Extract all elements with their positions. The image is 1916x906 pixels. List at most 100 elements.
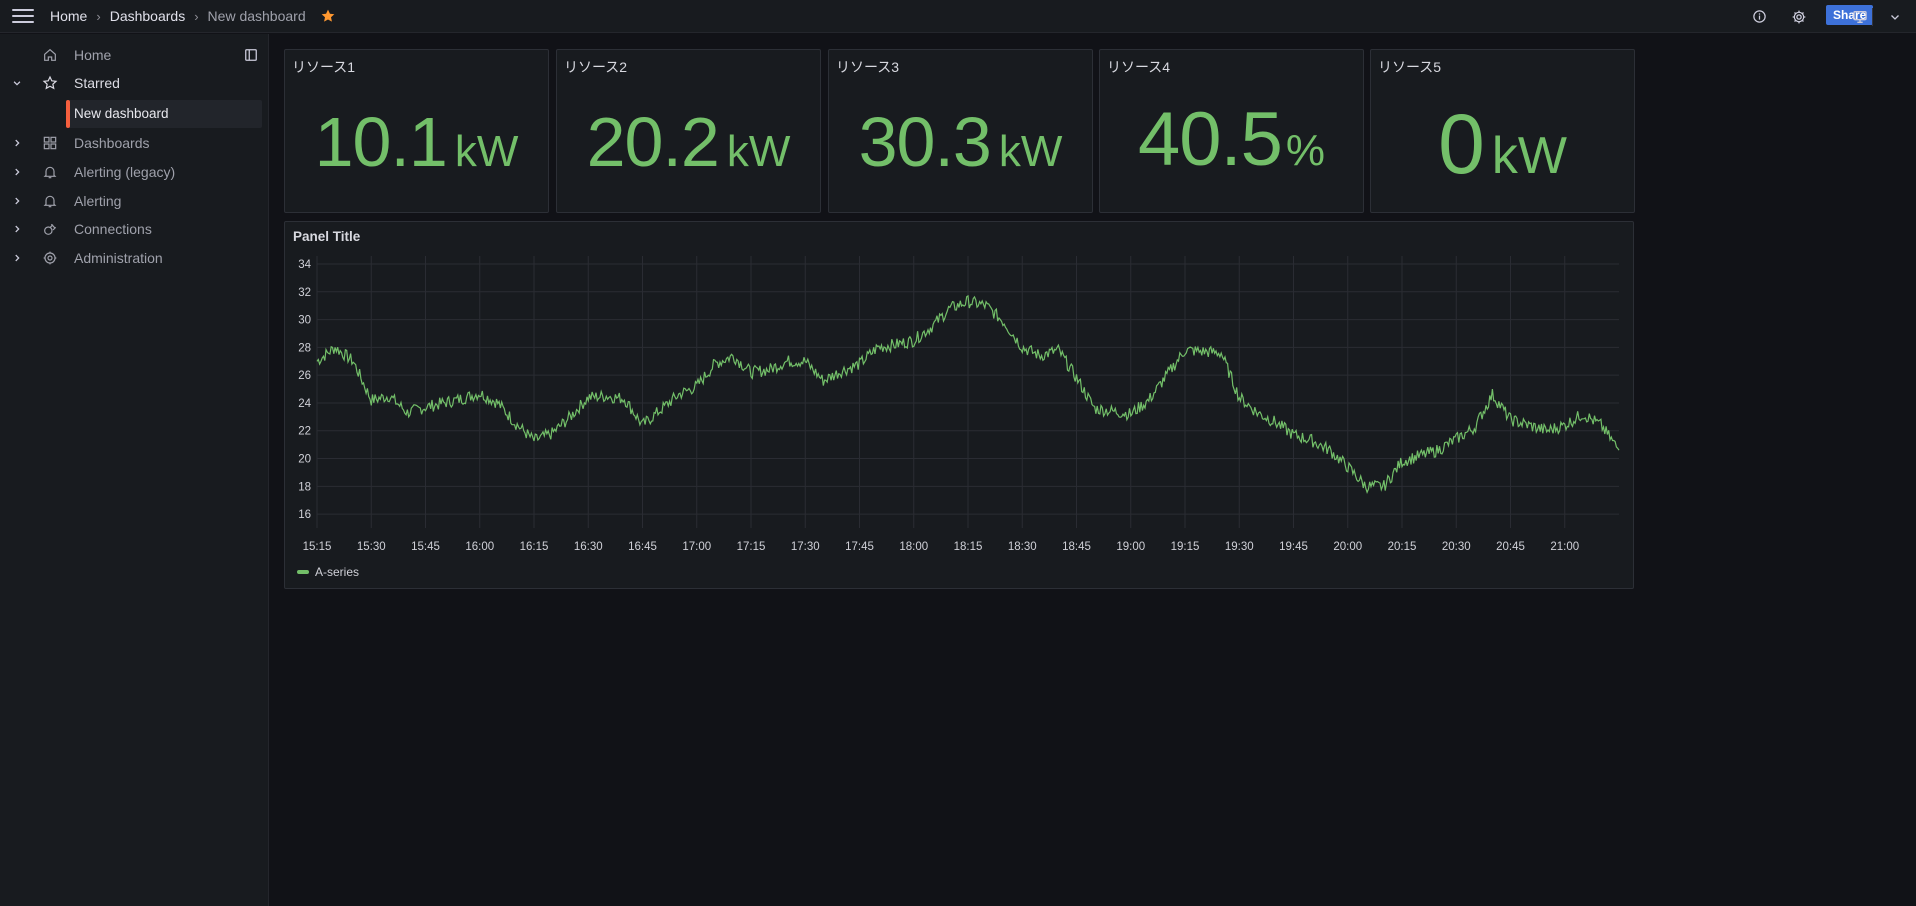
x-tick-label: 18:30 [1008, 541, 1037, 553]
gear-icon[interactable] [1790, 8, 1808, 26]
y-tick-label: 18 [298, 481, 311, 493]
stat-unit: kW [726, 127, 791, 176]
sidebar-item-dashboards[interactable]: Dashboards [0, 129, 262, 156]
sidebar-item-label: New dashboard [74, 106, 169, 121]
star-icon[interactable] [320, 8, 336, 24]
plug-icon [44, 223, 57, 235]
sidebar-item-label: Dashboards [74, 134, 150, 151]
sidebar: Home Starred New dashboard Dashboards Al… [0, 34, 269, 906]
sidebar-item-starred[interactable]: Starred [0, 69, 262, 96]
x-tick-label: 18:15 [954, 541, 983, 553]
sidebar-item-connections[interactable]: Connections [0, 215, 262, 242]
x-tick-label: 21:00 [1550, 541, 1579, 553]
panel-title: リソース5 [1378, 59, 1442, 75]
breadcrumb-current: New dashboard [207, 8, 306, 24]
stat-panel-1[interactable]: リソース1 10.1 kW [284, 49, 549, 213]
stat-number: 20.2 [586, 103, 720, 181]
x-tick-label: 18:45 [1062, 541, 1091, 553]
chevron-right-icon[interactable] [12, 138, 22, 148]
y-tick-label: 20 [298, 454, 311, 466]
x-tick-label: 17:00 [682, 541, 711, 553]
panel-title: リソース4 [1107, 59, 1171, 75]
y-tick-label: 34 [298, 259, 311, 271]
y-tick-label: 28 [298, 342, 311, 354]
x-tick-label: 16:45 [628, 541, 657, 553]
sidebar-item-label: Alerting [74, 192, 122, 209]
sidebar-item-label: Administration [74, 249, 163, 266]
x-tick-label: 18:00 [899, 541, 928, 553]
x-tick-label: 15:15 [303, 541, 332, 553]
kiosk-icon[interactable] [1851, 8, 1869, 26]
chevron-right-icon[interactable] [12, 253, 22, 263]
sidebar-item-label: Connections [74, 220, 152, 237]
sidebar-item-alerting-legacy[interactable]: Alerting (legacy) [0, 158, 262, 185]
chevron-down-icon[interactable] [1886, 8, 1904, 26]
stat-panel-3[interactable]: リソース3 30.3 kW [828, 49, 1093, 213]
sidebar-item-new-dashboard[interactable]: New dashboard [66, 100, 262, 128]
stat-value: 30.3 kW [829, 102, 1092, 182]
bell-icon [43, 166, 57, 178]
stat-number: 30.3 [858, 103, 992, 181]
x-tick-label: 20:30 [1442, 541, 1471, 553]
y-tick-label: 24 [298, 398, 311, 410]
x-tick-label: 19:15 [1171, 541, 1200, 553]
x-tick-label: 20:15 [1388, 541, 1417, 553]
sidebar-item-label: Starred [74, 74, 120, 91]
chevron-right-icon[interactable] [12, 167, 22, 177]
y-tick-label: 16 [298, 509, 311, 521]
breadcrumb-home[interactable]: Home [50, 8, 87, 24]
stat-panel-4[interactable]: リソース4 40.5% [1099, 49, 1364, 213]
active-indicator [66, 100, 70, 128]
stat-value: 20.2 kW [557, 102, 820, 182]
y-tick-label: 30 [298, 315, 311, 327]
legend-item[interactable]: A-series [297, 565, 359, 579]
stat-panel-2[interactable]: リソース2 20.2 kW [556, 49, 821, 213]
divider [1872, 8, 1873, 26]
apps-icon [43, 136, 57, 149]
breadcrumb-separator: › [96, 8, 101, 24]
breadcrumb-separator: › [194, 8, 199, 24]
y-tick-label: 26 [298, 370, 311, 382]
stat-number: 40.5 [1137, 97, 1283, 182]
bell-icon [43, 195, 57, 207]
chevron-right-icon[interactable] [12, 224, 22, 234]
breadcrumb-dashboards[interactable]: Dashboards [110, 8, 186, 24]
panel-title: リソース1 [292, 59, 356, 75]
line-chart[interactable]: 16 18 20 22 24 26 28 30 32 34 15:15 15:30 15:45 16:00… [285, 222, 1635, 590]
sidebar-item-home[interactable]: Home [0, 41, 262, 68]
x-tick-label: 19:30 [1225, 541, 1254, 553]
sidebar-item-alerting[interactable]: Alerting [0, 187, 262, 214]
x-tick-label: 16:15 [520, 541, 549, 553]
stat-number: 10.1 [314, 103, 448, 181]
legend-swatch [297, 570, 309, 574]
panel-title: リソース3 [836, 59, 900, 75]
sidebar-item-administration[interactable]: Administration [0, 244, 262, 271]
help-icon[interactable] [1750, 8, 1768, 26]
top-navbar: Home › Dashboards › New dashboard Share [0, 0, 1916, 33]
timeseries-panel[interactable]: Panel Title 16 18 20 22 24 26 28 30 32 34 15:15 15:… [284, 221, 1634, 589]
chevron-right-icon[interactable] [12, 196, 22, 206]
x-tick-label: 17:15 [737, 541, 766, 553]
stat-value: 0 kW [1371, 96, 1634, 193]
legend-label: A-series [315, 565, 360, 579]
chevron-down-icon[interactable] [12, 78, 22, 88]
x-tick-label: 15:30 [357, 541, 386, 553]
y-tick-label: 22 [298, 426, 311, 438]
gear-icon [43, 251, 57, 264]
stat-unit: kW [1491, 127, 1567, 185]
star-icon [42, 75, 58, 89]
stat-value: 10.1 kW [285, 102, 548, 182]
stat-value: 40.5% [1100, 96, 1363, 183]
sidebar-item-label: Alerting (legacy) [74, 163, 176, 180]
stat-unit: kW [454, 127, 519, 176]
x-tick-label: 19:00 [1116, 541, 1145, 553]
y-tick-label: 32 [298, 287, 311, 299]
panel-title: リソース2 [564, 59, 628, 75]
hamburger-icon[interactable] [12, 5, 34, 27]
home-icon [44, 48, 56, 61]
stat-unit: % [1285, 126, 1326, 175]
x-tick-label: 16:00 [465, 541, 494, 553]
stat-unit: kW [998, 127, 1063, 176]
stat-panel-5[interactable]: リソース5 0 kW [1370, 49, 1635, 213]
x-tick-label: 20:00 [1333, 541, 1362, 553]
